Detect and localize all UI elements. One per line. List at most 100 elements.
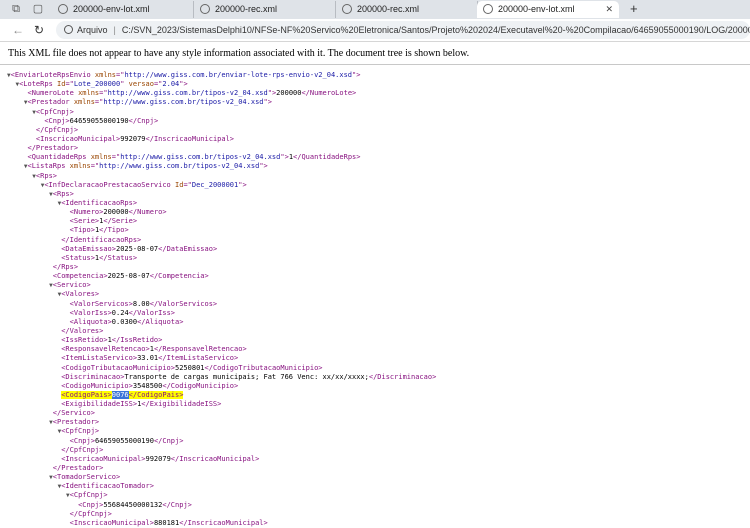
- xml-attr-value: Dec_2000001: [191, 180, 239, 189]
- xml-tag: ">: [267, 89, 277, 98]
- xml-tag: <QuantidadeRps: [27, 153, 91, 162]
- xml-tag: <InscricaoMunicipal>: [61, 454, 146, 463]
- tab-4-active[interactable]: 200000-env-lot.xml ✕: [477, 1, 619, 18]
- xml-text: 880181: [153, 518, 180, 527]
- xml-tag: <Tipo>: [69, 226, 95, 235]
- xml-line: <Tipo>1</Tipo>: [7, 226, 436, 235]
- xml-line: </Rps>: [7, 263, 436, 272]
- xml-tag: <CpfCnpj>: [61, 427, 100, 436]
- xml-line: <Cnpj>55684450000132</Cnpj>: [7, 501, 436, 510]
- xml-line: <ExigibilidadeISS>1</ExigibilidadeISS>: [7, 400, 436, 409]
- xml-tag: <LoteRps: [19, 80, 57, 89]
- xml-tag: <InfDeclaracaoPrestacaoServico: [44, 180, 175, 189]
- reload-icon[interactable]: ↻: [34, 22, 44, 38]
- search-highlight: <CodigoPais>0076</CodigoPais>: [61, 390, 184, 399]
- xml-line: </Prestador>: [7, 144, 436, 153]
- vertical-tabs-icon[interactable]: ▢: [31, 2, 45, 16]
- xml-tag: <Cnpj>: [69, 436, 95, 445]
- xml-tag: <EnviarLoteRpsEnvio: [10, 71, 95, 79]
- xml-line: <DataEmissao>2025-08-07</DataEmissao>: [7, 245, 436, 254]
- xml-tag: </Rps>: [52, 262, 79, 271]
- xml-tag: </InscricaoMunicipal>: [179, 518, 268, 527]
- xml-tag: <ItemListaServico>: [61, 354, 138, 363]
- new-tab-icon[interactable]: +: [630, 1, 638, 17]
- xml-tag: <Discriminacao>: [61, 372, 125, 381]
- xml-line: ▼<CpfCnpj>: [7, 427, 436, 436]
- xml-tag: </ExigibilidadeISS>: [141, 400, 222, 409]
- xml-tag: </ResponsavelRetencao>: [153, 345, 247, 354]
- xml-tag: </Prestador>: [52, 464, 104, 473]
- xml-tag: =": [183, 180, 192, 189]
- xml-text: 3548500: [132, 381, 163, 390]
- tab-close-icon[interactable]: ✕: [605, 1, 613, 18]
- xml-tree: ▼<EnviarLoteRpsEnvio xmlns="http://www.g…: [7, 71, 436, 528]
- xml-tag: =": [90, 162, 100, 171]
- xml-tag: ">: [238, 180, 247, 189]
- tab-2[interactable]: 200000-rec.xml: [194, 1, 336, 18]
- xml-tag: </DataEmissao>: [158, 244, 218, 253]
- xml-tag: </Valores>: [61, 326, 104, 335]
- xml-line: <Cnpj>64659055000190</Cnpj>: [7, 117, 436, 126]
- xml-tag: </Cnpj>: [128, 116, 159, 125]
- tab-3[interactable]: 200000-rec.xml: [336, 1, 478, 18]
- xml-tag: </Cnpj>: [162, 500, 192, 509]
- xml-tag: <ExigibilidadeISS>: [61, 400, 138, 409]
- xml-line: ▼<CpfCnpj>: [7, 491, 436, 500]
- xml-tag: <Cnpj>: [78, 500, 104, 509]
- xml-line: </CpfCnpj>: [7, 446, 436, 455]
- xml-tag: <Servico>: [52, 281, 91, 290]
- xml-text: 992079: [145, 454, 171, 463]
- tab-title: 200000-rec.xml: [215, 4, 278, 14]
- xml-line: <Serie>1</Serie>: [7, 217, 436, 226]
- xml-line: </Valores>: [7, 327, 436, 336]
- xml-tag: <CodigoTributacaoMunicipio>: [61, 363, 175, 372]
- xml-tag: <Serie>: [69, 217, 100, 226]
- page-favicon-icon: [342, 3, 352, 14]
- xml-tag: </CpfCnpj>: [61, 445, 104, 454]
- xml-tag: <IssRetido>: [61, 336, 108, 345]
- xml-tag: </QuantidadeRps>: [293, 153, 361, 162]
- xml-attr-value: http://www.giss.com.br/tipos-v2_04.xsd: [120, 153, 281, 162]
- xml-text: 33.01: [137, 354, 159, 363]
- xml-line: ▼<EnviarLoteRpsEnvio xmlns="http://www.g…: [7, 71, 436, 80]
- xml-tag: </ItemListaServico>: [158, 354, 239, 363]
- xml-tag: <ResponsavelRetencao>: [61, 345, 150, 354]
- xml-line: <Status>1</Status>: [7, 254, 436, 263]
- xml-tag: </InscricaoMunicipal>: [145, 134, 235, 143]
- xml-tag: </Status>: [99, 253, 138, 262]
- xml-text: 2025-08-07: [107, 272, 150, 281]
- xml-tag: </Numero>: [128, 208, 167, 217]
- xml-line: <CodigoMunicipio>3548500</CodigoMunicipi…: [7, 382, 436, 391]
- xml-line: <Cnpj>64659055000190</Cnpj>: [7, 437, 436, 446]
- xml-line: </CpfCnpj>: [7, 510, 436, 519]
- xml-line: </CpfCnpj>: [7, 126, 436, 135]
- xml-line: <CodigoPais>0076</CodigoPais>: [7, 390, 436, 400]
- tab-actions-icon[interactable]: ⧉: [9, 2, 23, 16]
- xml-line: <QuantidadeRps xmlns="http://www.giss.co…: [7, 153, 436, 162]
- xml-tag: <Status>: [61, 253, 95, 262]
- xml-line: ▼<ListaRps xmlns="http://www.giss.com.br…: [7, 162, 436, 171]
- xml-line: ▼<LoteRps Id="Lote_200000" versao="2.04"…: [7, 80, 436, 89]
- xml-tag: ">: [179, 80, 188, 89]
- xml-line: <ItemListaServico>33.01</ItemListaServic…: [7, 354, 436, 363]
- xml-line: ▼<Valores>: [7, 290, 436, 299]
- tab-1[interactable]: 200000-env-lot.xml: [52, 1, 194, 18]
- xml-line: </Prestador>: [7, 464, 436, 473]
- xml-text: 200000: [103, 208, 129, 217]
- xml-tag: <Rps>: [52, 189, 74, 198]
- xml-attr-name: xmlns: [90, 153, 112, 162]
- xml-tag: <Aliquota>: [69, 317, 112, 326]
- url-text[interactable]: C:/SVN_2023/SistemasDelphi10/NFSe-NF%20S…: [122, 25, 750, 35]
- xml-tag: <ValorIss>: [69, 308, 112, 317]
- address-bar[interactable]: Arquivo | C:/SVN_2023/SistemasDelphi10/NFS…: [56, 21, 750, 39]
- xml-text: Transporte de cargas municipais; Fat 766…: [124, 372, 369, 381]
- xml-tag: <NumeroLote: [27, 89, 79, 98]
- back-icon[interactable]: ←: [12, 22, 24, 38]
- xml-attr-value: http://www.giss.com.br/tipos-v2_04.xsd: [103, 98, 264, 107]
- xml-text: 8.00: [132, 299, 150, 308]
- scheme-label: Arquivo: [77, 25, 108, 35]
- info-icon[interactable]: [64, 25, 73, 35]
- xml-attr-name: xmlns: [69, 162, 91, 171]
- xml-line: </Servico>: [7, 409, 436, 418]
- xml-tag: </CodigoMunicipio>: [162, 381, 239, 390]
